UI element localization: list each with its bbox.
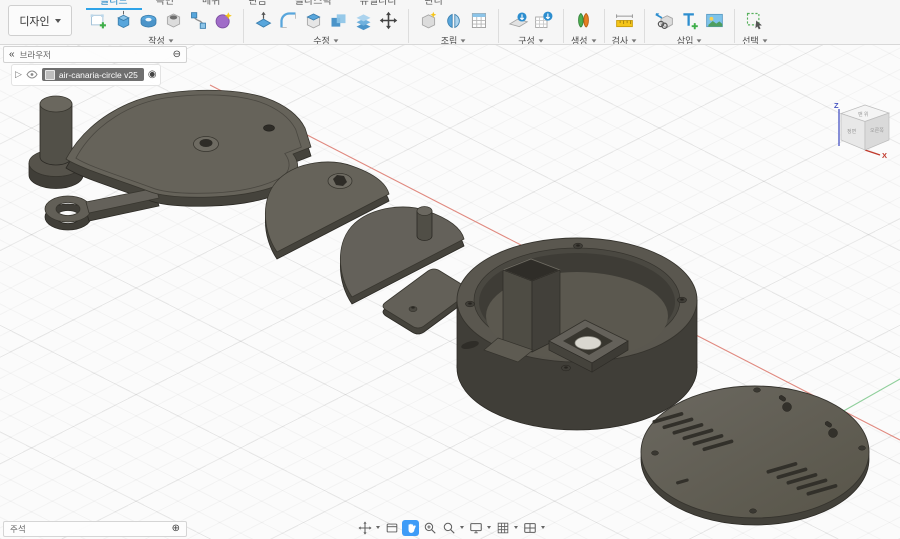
toolbar-separator: [644, 9, 646, 43]
toolbar-separator: [563, 9, 564, 43]
viewports-icon[interactable]: [521, 520, 538, 536]
navigation-toolbar: [356, 519, 546, 536]
new-component-icon[interactable]: [416, 9, 441, 31]
comments-label: 주석: [10, 524, 26, 534]
workspace-selector[interactable]: 디자인: [8, 5, 72, 36]
combine-icon[interactable]: [326, 9, 351, 31]
joint-icon[interactable]: [441, 9, 466, 31]
grid-settings-icon[interactable]: [494, 520, 511, 536]
top-toolbar: 솔리드 곡면 메쉬 판금 플라스틱 유틸리티 관리 디자인 작성 수정 조립 구…: [0, 0, 900, 45]
pan-icon[interactable]: [402, 519, 419, 536]
browser-panel: « 브라우저 ⊖ ▷ air-canaria-circle v25 ◉: [3, 46, 187, 86]
group-modify: 수정: [251, 9, 401, 44]
extrude-icon[interactable]: [111, 9, 136, 31]
toolbar-separator: [603, 9, 605, 43]
add-circle-icon[interactable]: ⊕: [172, 524, 180, 534]
component-cube-icon: [44, 69, 55, 80]
viewport-canvas[interactable]: 맨 위 정면 오른쪽 Z X: [0, 44, 900, 539]
toolbar-separator: [408, 9, 409, 43]
canvas-icon[interactable]: [702, 9, 727, 31]
plane-along-path-icon[interactable]: [531, 9, 556, 31]
part-peg-pin[interactable]: [28, 95, 84, 189]
form-icon[interactable]: [211, 9, 236, 31]
remove-circle-icon[interactable]: ⊖: [173, 49, 181, 60]
caret-down-icon[interactable]: [514, 526, 518, 529]
viewcube-right-label: 오른쪽: [870, 128, 884, 134]
part-back-cover-disc[interactable]: [640, 385, 870, 526]
browser-title: 브라우저: [19, 49, 51, 60]
group-construct-label[interactable]: 구성: [518, 34, 544, 44]
caret-down-icon[interactable]: [541, 526, 545, 529]
group-assemble-label[interactable]: 조립: [441, 34, 467, 44]
document-chip[interactable]: air-canaria-circle v25: [41, 68, 144, 81]
group-inspect-label[interactable]: 검사: [612, 34, 638, 44]
group-insert: 삽입: [652, 9, 727, 44]
toolbar-separator: [734, 9, 736, 43]
fit-icon[interactable]: [440, 520, 457, 536]
workspace-label: 디자인: [19, 15, 50, 28]
caret-down-icon[interactable]: [487, 526, 491, 529]
group-create-label[interactable]: 작성: [148, 34, 174, 44]
measure-icon[interactable]: [612, 9, 637, 31]
group-select-label[interactable]: 선택: [742, 34, 768, 44]
viewcube-x-axis: [864, 149, 881, 156]
group-generate: 생성: [571, 9, 597, 44]
visibility-eye-icon[interactable]: [26, 66, 38, 84]
document-name: air-canaria-circle v25: [58, 69, 138, 80]
ribbon: 작성 수정 조립 구성 생성 검사 삽입 선택: [86, 9, 768, 44]
group-create: 작성: [86, 9, 236, 44]
expand-arrow-icon[interactable]: ▷: [15, 69, 22, 80]
caret-down-icon: [54, 18, 61, 23]
joint-table-icon[interactable]: [466, 9, 491, 31]
comments-bar[interactable]: 주석 ⊕: [3, 521, 187, 537]
insert-svg-icon[interactable]: [677, 9, 702, 31]
model-scene: [28, 84, 900, 526]
toolbar-separator: [498, 9, 499, 43]
press-pull-icon[interactable]: [251, 9, 276, 31]
select-icon[interactable]: [742, 9, 767, 31]
zoom-icon[interactable]: [421, 520, 438, 536]
y-axis-line: [839, 378, 900, 414]
browser-document-row[interactable]: ▷ air-canaria-circle v25 ◉: [11, 63, 187, 86]
toolbar-separator: [243, 9, 244, 43]
offset-face-icon[interactable]: [351, 9, 376, 31]
browser-header[interactable]: « 브라우저 ⊖: [3, 46, 187, 63]
collapse-icon[interactable]: «: [9, 49, 15, 60]
viewcube-x-label: X: [882, 151, 887, 160]
part-round-case[interactable]: [456, 237, 698, 431]
move-icon[interactable]: [376, 9, 401, 31]
caret-down-icon[interactable]: [460, 526, 464, 529]
fillet-icon[interactable]: [276, 9, 301, 31]
insert-derive-icon[interactable]: [652, 9, 677, 31]
display-settings-icon[interactable]: [467, 520, 484, 536]
group-generate-label[interactable]: 생성: [571, 34, 597, 44]
group-assemble: 조립: [416, 9, 491, 44]
caret-down-icon[interactable]: [376, 526, 380, 529]
viewcube[interactable]: 맨 위 정면 오른쪽 Z X: [832, 99, 896, 161]
viewcube-front-label: 정면: [847, 128, 857, 135]
hole-icon[interactable]: [161, 9, 186, 31]
viewcube-z-label: Z: [834, 101, 839, 110]
group-insert-label[interactable]: 삽입: [677, 34, 703, 44]
shell-icon[interactable]: [301, 9, 326, 31]
group-inspect: 검사: [612, 9, 638, 44]
revolve-icon[interactable]: [136, 9, 161, 31]
activate-component-radio[interactable]: ◉: [147, 69, 157, 80]
rail-icon[interactable]: [186, 9, 211, 31]
offset-plane-icon[interactable]: [506, 9, 531, 31]
viewcube-top-label: 맨 위: [858, 111, 869, 118]
create-sketch-icon[interactable]: [86, 9, 111, 31]
group-modify-label[interactable]: 수정: [313, 34, 339, 44]
look-at-icon[interactable]: [383, 520, 400, 536]
generative-design-icon[interactable]: [571, 9, 596, 31]
group-construct: 구성: [506, 9, 556, 44]
free-orbit-icon[interactable]: [356, 520, 373, 536]
group-select: 선택: [742, 9, 768, 44]
